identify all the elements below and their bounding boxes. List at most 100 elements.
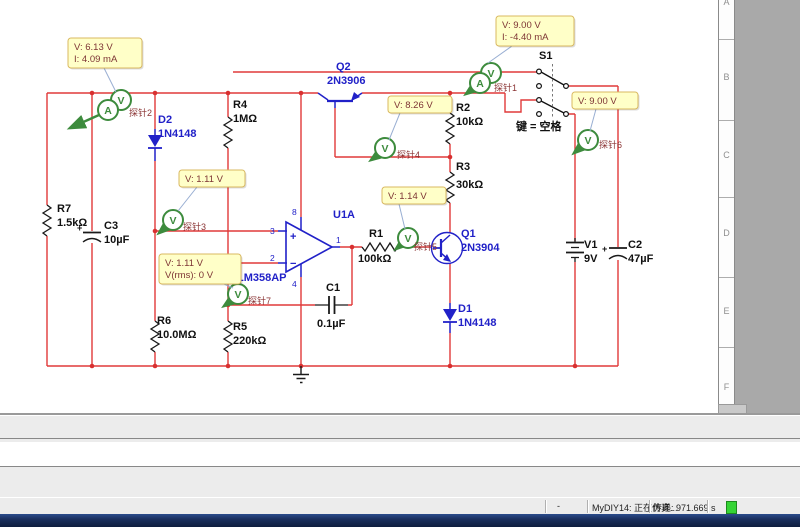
tooltip-probe7-vrms: V(rms): 0 V	[165, 270, 214, 281]
opamp-pin4: 4	[292, 279, 297, 289]
label-d2-value[interactable]: 1N4148	[158, 128, 197, 140]
status-separator	[707, 500, 708, 513]
diode-d1[interactable]	[443, 303, 457, 333]
probe2-label: 探针2	[129, 107, 152, 118]
probe7-v-letter: V	[234, 289, 241, 301]
wire-s1-right-upper[interactable]	[566, 86, 618, 366]
label-c3-value[interactable]: 10µF	[104, 234, 130, 246]
tooltip-probe2: V: 6.13 V I: 4.09 mA	[68, 38, 144, 70]
status-separator	[545, 500, 546, 513]
circuit-drawing[interactable]: + − 3 2 1 8 4 R7 1.5kΩ + C3	[0, 0, 718, 413]
label-v1-ref[interactable]: V1	[584, 239, 597, 251]
opamp-minus-sign: −	[290, 258, 296, 270]
label-c2-ref[interactable]: C2	[628, 239, 642, 251]
label-d2-ref[interactable]: D2	[158, 114, 172, 126]
label-r4-ref[interactable]: R4	[233, 99, 248, 111]
results-pane[interactable]	[0, 442, 800, 466]
label-q2-ref[interactable]: Q2	[336, 61, 351, 73]
resistor-r2[interactable]	[446, 113, 454, 144]
label-c2-plus: +	[602, 244, 607, 254]
tooltip-probe5: V: 1.14 V	[382, 187, 448, 206]
sheet-row-divider	[719, 120, 734, 121]
probe3-label: 探针3	[183, 221, 206, 232]
tooltip-probe1-i: I: -4.40 mA	[502, 32, 549, 43]
resistor-r7[interactable]	[43, 205, 51, 236]
opamp-pin2: 2	[270, 253, 275, 263]
label-s1-key[interactable]: 键 = 空格	[515, 119, 563, 133]
label-c3-ref[interactable]: C3	[104, 220, 118, 232]
switch-s1[interactable]	[537, 64, 569, 118]
label-s1-ref[interactable]: S1	[539, 50, 552, 62]
label-c2-value[interactable]: 47µF	[628, 253, 654, 265]
tooltip-probe4-v: V: 8.26 V	[394, 100, 433, 111]
capacitor-c1[interactable]	[315, 296, 348, 314]
wire-s1-jog[interactable]	[505, 93, 536, 112]
label-q1-value[interactable]: 2N3904	[461, 242, 500, 254]
tooltip-probe2-v: V: 6.13 V	[74, 42, 113, 53]
label-d1-ref[interactable]: D1	[458, 303, 472, 315]
label-r3-ref[interactable]: R3	[456, 161, 470, 173]
label-d1-value[interactable]: 1N4148	[458, 317, 497, 329]
sheet-row-b: B	[719, 72, 734, 82]
tooltip-probe7: V: 1.11 V V(rms): 0 V	[159, 254, 243, 286]
label-r2-ref[interactable]: R2	[456, 102, 470, 114]
scroll-corner	[718, 404, 747, 413]
transistor-q2[interactable]	[318, 92, 362, 108]
label-q1-ref[interactable]: Q1	[461, 228, 476, 240]
resistor-r1[interactable]	[362, 243, 398, 251]
label-r1-value[interactable]: 100kΩ	[358, 253, 391, 265]
probe4-label: 探针4	[397, 149, 420, 160]
lower-panel	[0, 469, 800, 497]
probe-5[interactable]: V 探针5	[396, 228, 437, 252]
label-c3-plus: +	[77, 223, 82, 233]
capacitor-c2[interactable]	[609, 248, 627, 259]
probe1-v-letter: V	[487, 68, 494, 80]
probe6-v-letter: V	[584, 135, 591, 147]
label-r4-value[interactable]: 1MΩ	[233, 113, 257, 125]
ground-symbol[interactable]	[293, 366, 309, 383]
label-r3-value[interactable]: 30kΩ	[456, 179, 483, 191]
tooltip-probe5-v: V: 1.14 V	[388, 191, 427, 202]
tooltip-probe1-v: V: 9.00 V	[502, 20, 541, 31]
probe7-label: 探针7	[248, 295, 271, 306]
label-r7-ref[interactable]: R7	[57, 203, 71, 215]
label-v1-value[interactable]: 9V	[584, 253, 598, 265]
sheet-row-d: D	[719, 228, 734, 238]
label-r5-value[interactable]: 220kΩ	[233, 335, 266, 347]
label-c1-ref[interactable]: C1	[326, 282, 340, 294]
battery-v1[interactable]	[566, 238, 584, 262]
capacitor-c3[interactable]	[83, 233, 101, 243]
label-r6-value[interactable]: 10.0MΩ	[157, 329, 197, 341]
status-separator	[649, 500, 650, 513]
probe-2[interactable]: V A 探针2	[70, 90, 152, 128]
resistor-r5[interactable]	[224, 321, 232, 352]
schematic-canvas[interactable]: + − 3 2 1 8 4 R7 1.5kΩ + C3	[0, 0, 800, 413]
probe-1[interactable]: V A 探针1	[466, 63, 517, 94]
resistor-r4[interactable]	[224, 117, 232, 148]
opamp-pin3: 3	[270, 226, 275, 236]
probe-3[interactable]: V 探针3	[159, 210, 206, 233]
label-r6-ref[interactable]: R6	[157, 315, 171, 327]
tooltip-probe1: V: 9.00 V I: -4.40 mA	[496, 16, 576, 48]
tooltip-probe4: V: 8.26 V	[388, 96, 454, 115]
label-q2-value[interactable]: 2N3906	[327, 75, 366, 87]
tooltip-probe7-v: V: 1.11 V	[165, 258, 204, 269]
label-c1-value[interactable]: 0.1µF	[317, 318, 346, 330]
sheet-row-f: F	[719, 382, 734, 392]
sheet-row-divider	[719, 197, 734, 198]
probe-6[interactable]: V 探针6	[574, 130, 622, 153]
label-r1-ref[interactable]: R1	[369, 228, 383, 240]
sheet-row-divider	[719, 347, 734, 348]
label-r5-ref[interactable]: R5	[233, 321, 247, 333]
probe2-v-letter: V	[117, 95, 124, 107]
sheet-row-divider	[719, 277, 734, 278]
label-u1-ref[interactable]: U1A	[333, 209, 355, 221]
label-r2-value[interactable]: 10kΩ	[456, 116, 483, 128]
label-u1-value[interactable]: LM358AP	[237, 272, 287, 284]
probe5-v-letter: V	[404, 233, 411, 245]
label-r7-value[interactable]: 1.5kΩ	[57, 217, 87, 229]
status-spacer-text: -	[557, 501, 560, 511]
sheet-row-a: A	[719, 0, 734, 7]
opamp-pin8: 8	[292, 207, 297, 217]
windows-taskbar[interactable]	[0, 514, 800, 527]
